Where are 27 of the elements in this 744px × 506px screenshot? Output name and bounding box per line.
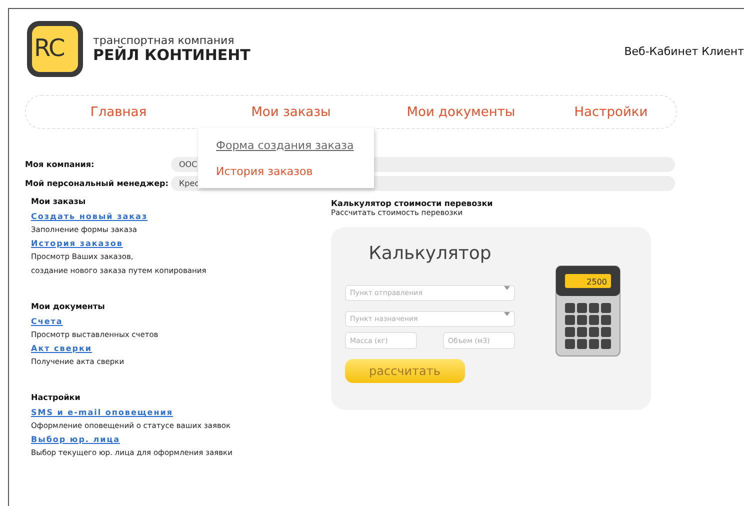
company-tagline: транспортная компания bbox=[93, 34, 236, 46]
calculator-heading: Калькулятор bbox=[368, 243, 492, 264]
calculate-button[interactable]: рассчитать bbox=[345, 359, 465, 383]
logo-mark: RC bbox=[34, 34, 64, 62]
caret-icon bbox=[504, 286, 510, 290]
cabinet-title: Веб-Кабинет Клиент bbox=[624, 44, 744, 58]
menu-item[interactable]: Форма создания заказа bbox=[216, 138, 374, 152]
section-link[interactable]: Выбор юр. лица bbox=[31, 435, 120, 444]
calculator-icon: 2500 bbox=[555, 265, 621, 357]
info-label: Мой персональный менеджер: bbox=[25, 179, 170, 188]
company-name: РЕЙЛ КОНТИНЕНТ bbox=[93, 46, 252, 64]
nav-link[interactable]: Мои документы bbox=[371, 104, 551, 120]
section-title: Мои заказы bbox=[31, 197, 87, 206]
caret-icon bbox=[504, 312, 510, 316]
info-label: Моя компания: bbox=[25, 160, 96, 169]
logo-icon bbox=[25, 19, 85, 79]
nav-link[interactable]: Настройки bbox=[551, 104, 671, 120]
nav-link[interactable]: Главная bbox=[26, 104, 211, 120]
section-link[interactable]: Счета bbox=[31, 317, 63, 326]
section-link[interactable]: Создать новый заказ bbox=[31, 212, 148, 221]
section-link[interactable]: SMS и e-mail оповещения bbox=[31, 408, 173, 417]
section-title: Настройки bbox=[31, 393, 82, 402]
section-link[interactable]: Акт сверки bbox=[31, 344, 92, 353]
nav-link[interactable]: Мои заказы bbox=[211, 104, 371, 120]
section-link[interactable]: История заказов bbox=[31, 239, 123, 248]
calculator-title: Калькулятор стоимости перевозки bbox=[331, 199, 494, 208]
section-title: Мои документы bbox=[31, 302, 106, 311]
